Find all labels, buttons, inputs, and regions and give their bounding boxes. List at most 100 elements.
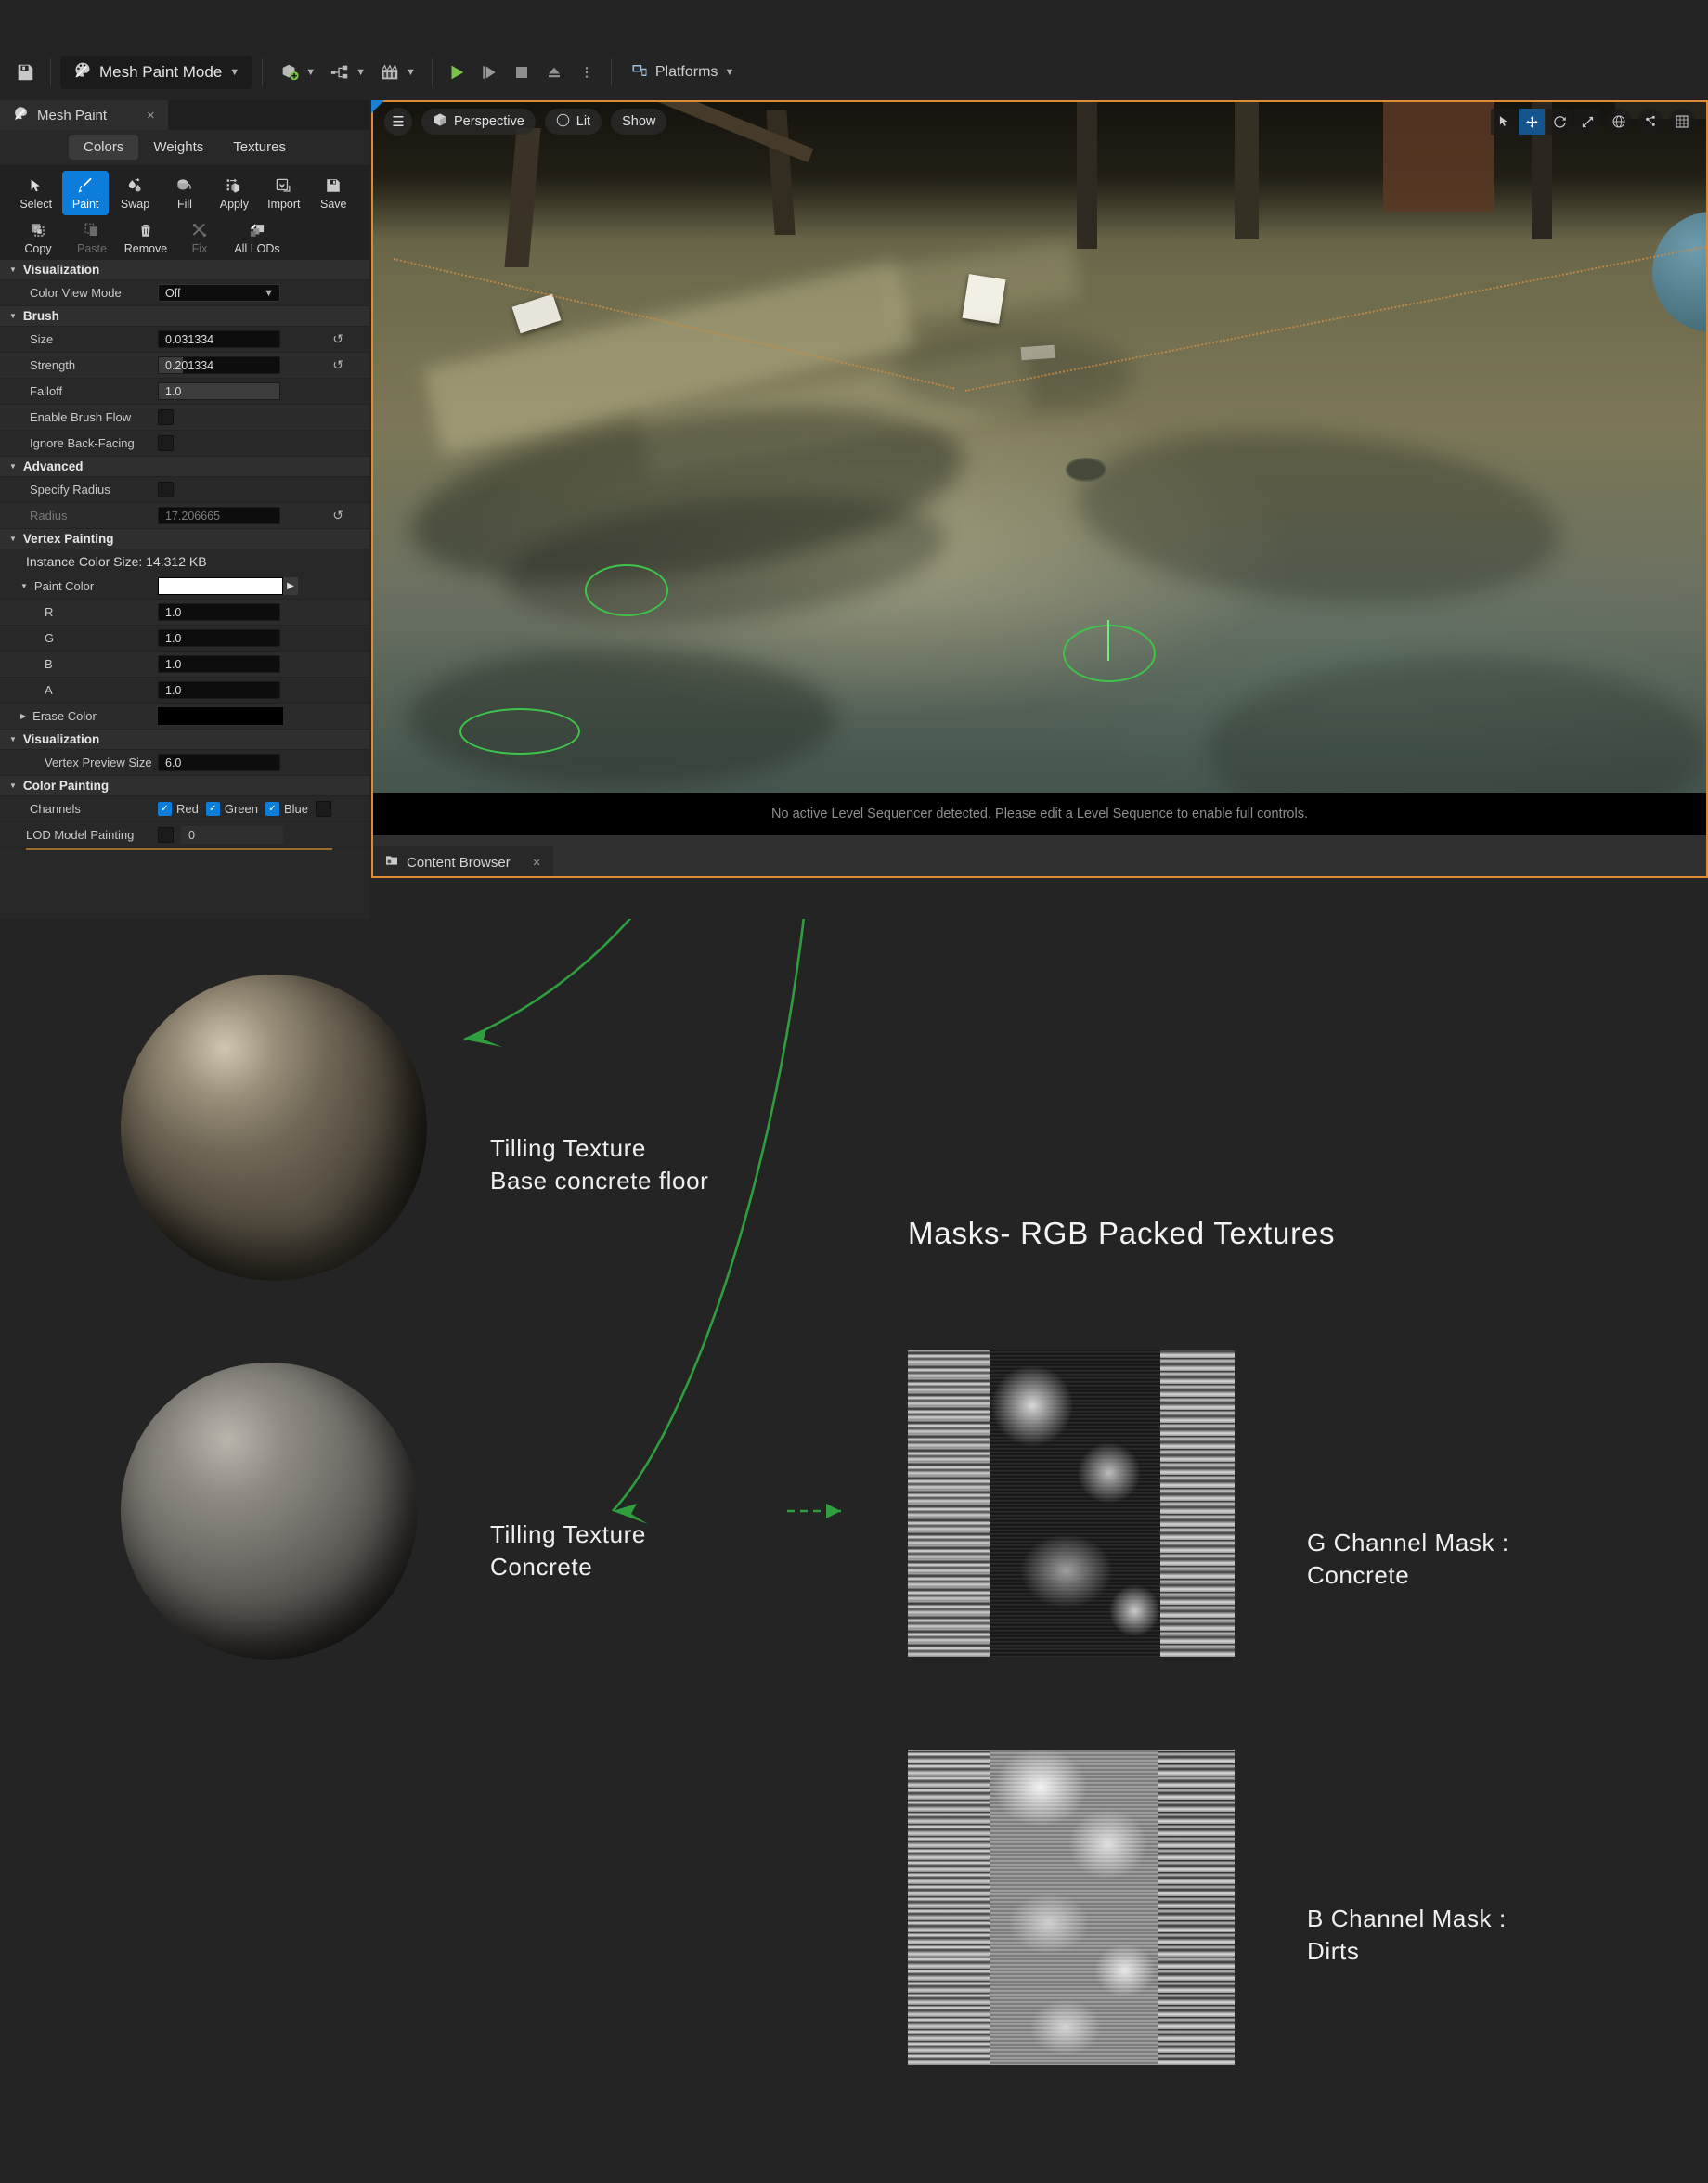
specify-radius-checkbox[interactable] <box>158 482 174 497</box>
tool-label: Save <box>319 198 347 211</box>
color-view-mode-dropdown[interactable]: Off ▼ <box>158 284 280 302</box>
channel-red[interactable]: Red <box>158 802 199 816</box>
brush-normal-line <box>1107 620 1109 661</box>
paintbrush-palette-icon <box>73 61 92 84</box>
add-actor-button[interactable]: ▼ <box>272 57 322 88</box>
tab-weights[interactable]: Weights <box>138 135 218 160</box>
level-viewport[interactable]: ☰ Perspective Lit Show No active Level S… <box>371 100 1708 878</box>
tool-save[interactable]: Save <box>311 171 356 215</box>
enable-brush-flow-checkbox[interactable] <box>158 409 174 425</box>
section-advanced[interactable]: ▼ Advanced <box>0 457 369 477</box>
paint-color-r-input[interactable]: 1.0 <box>158 603 280 621</box>
platforms-button[interactable]: Platforms ▼ <box>621 57 744 88</box>
section-color-painting[interactable]: ▼ Color Painting <box>0 776 369 796</box>
chevron-down-icon: ▼ <box>20 582 28 590</box>
close-icon[interactable]: × <box>533 855 541 871</box>
lit-sphere-icon <box>556 113 570 131</box>
revert-icon[interactable]: ↺ <box>332 357 343 373</box>
viewport-toolbar: ☰ Perspective Lit Show <box>371 100 1708 143</box>
section-vertex-painting[interactable]: ▼ Vertex Painting <box>0 529 369 549</box>
tab-textures[interactable]: Textures <box>218 135 301 160</box>
toolbar-divider-3 <box>431 58 433 86</box>
brush-strength-input[interactable]: 0.201334 <box>158 356 280 374</box>
viewport-lit-dropdown[interactable]: Lit <box>544 109 602 135</box>
scale-icon[interactable] <box>1574 109 1600 135</box>
grid-snap-icon[interactable] <box>1669 109 1695 135</box>
show-label: Show <box>622 114 656 129</box>
tool-fill[interactable]: Fill <box>162 171 207 215</box>
paint-color-a-input[interactable]: 1.0 <box>158 681 280 699</box>
toolbar-divider <box>50 58 51 86</box>
annotation-area: Tilling Texture Base concrete floor Till… <box>0 919 1708 2183</box>
vertex-paint-brush-ring <box>459 708 580 755</box>
tool-swap[interactable]: Swap <box>112 171 158 215</box>
revert-icon[interactable]: ↺ <box>332 331 343 347</box>
section-visualization-1[interactable]: ▼ Visualization <box>0 260 369 280</box>
tool-paint[interactable]: Paint <box>62 171 109 215</box>
content-browser-label: Content Browser <box>407 854 511 871</box>
section-brush[interactable]: ▼ Brush <box>0 306 369 327</box>
eject-icon[interactable] <box>539 58 569 87</box>
tool-select[interactable]: Select <box>13 171 58 215</box>
radius-input[interactable]: 17.206665 <box>158 507 280 524</box>
world-coords-icon[interactable] <box>1606 109 1632 135</box>
cinematics-button[interactable]: ▼ <box>372 57 422 88</box>
play-icon[interactable] <box>442 58 472 87</box>
vertex-preview-size-input[interactable]: 6.0 <box>158 754 280 771</box>
channel-blue[interactable]: Blue <box>265 802 308 816</box>
tab-content-browser[interactable]: Content Browser × <box>371 846 554 878</box>
tool-all-lods[interactable]: All LODs <box>228 215 286 260</box>
row-label: Vertex Preview Size <box>45 756 152 769</box>
tool-paste[interactable]: Paste <box>67 215 117 260</box>
blueprint-button[interactable]: ▼ <box>322 57 372 88</box>
label-tilling-base-concrete: Tilling Texture Base concrete floor <box>490 1132 708 1196</box>
ignore-back-facing-checkbox[interactable] <box>158 435 174 451</box>
select-arrow-icon[interactable] <box>1491 109 1517 135</box>
chevron-down-icon: ▼ <box>9 265 17 274</box>
row-enable-brush-flow: Enable Brush Flow <box>0 405 369 431</box>
paint-color-swatch[interactable] <box>158 577 283 595</box>
mask-texture-g-channel <box>908 1350 1235 1657</box>
channel-green[interactable]: Green <box>205 802 258 816</box>
snap-icon[interactable] <box>1637 109 1663 135</box>
tool-copy[interactable]: Copy <box>13 215 63 260</box>
more-options-icon[interactable] <box>572 58 602 87</box>
section-label: Visualization <box>22 732 100 746</box>
paint-color-expand-icon[interactable]: ▶ <box>283 577 298 595</box>
lod-model-painting-checkbox[interactable] <box>158 827 174 843</box>
stop-icon[interactable] <box>507 58 537 87</box>
paint-color-b-input[interactable]: 1.0 <box>158 655 280 673</box>
tool-import[interactable]: Import <box>261 171 306 215</box>
tab-mesh-paint[interactable]: Mesh Paint × <box>0 100 168 130</box>
row-size: Size 0.031334 ↺ <box>0 327 369 353</box>
hamburger-menu-icon[interactable]: ☰ <box>384 108 412 136</box>
channel-green-checkbox[interactable] <box>205 802 220 816</box>
revert-icon[interactable]: ↺ <box>332 508 343 523</box>
tab-colors[interactable]: Colors <box>69 134 139 160</box>
tool-remove[interactable]: Remove <box>121 215 171 260</box>
save-icon[interactable] <box>9 57 41 88</box>
channel-alpha-checkbox[interactable] <box>316 801 332 817</box>
erase-color-swatch[interactable] <box>158 707 283 725</box>
channel-red-checkbox[interactable] <box>158 802 172 816</box>
mesh-paint-mode-dropdown[interactable]: Mesh Paint Mode ▼ <box>60 56 253 89</box>
mesh-paint-panel: Mesh Paint × Colors Weights Textures Sel… <box>0 100 369 919</box>
tool-label: Apply <box>219 198 250 211</box>
tool-fix[interactable]: Fix <box>175 215 225 260</box>
rotate-icon[interactable] <box>1546 109 1572 135</box>
brush-falloff-input[interactable]: 1.0 <box>158 382 280 400</box>
channel-blue-checkbox[interactable] <box>265 802 279 816</box>
swap-droplets-icon <box>126 175 144 196</box>
viewport-show-dropdown[interactable]: Show <box>611 109 667 135</box>
paint-properties: ▼ Visualization Color View Mode Off ▼ ▼ … <box>0 260 369 919</box>
close-icon[interactable]: × <box>147 108 155 123</box>
viewport-perspective-dropdown[interactable]: Perspective <box>421 109 536 135</box>
lod-index-input[interactable]: 0 <box>181 826 283 844</box>
translate-icon[interactable] <box>1519 109 1545 135</box>
brush-size-input[interactable]: 0.031334 <box>158 330 280 348</box>
skip-icon[interactable] <box>474 58 504 87</box>
paint-color-g-input[interactable]: 1.0 <box>158 629 280 647</box>
section-visualization-2[interactable]: ▼ Visualization <box>0 730 369 750</box>
row-label: Channels <box>30 802 81 816</box>
tool-apply[interactable]: Apply <box>212 171 257 215</box>
